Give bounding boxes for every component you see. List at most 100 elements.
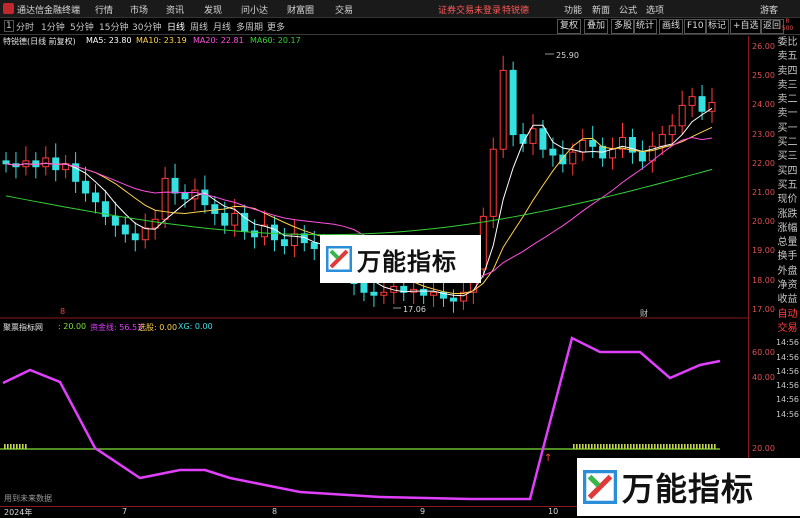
price-tick-label: 17.00 — [752, 304, 775, 314]
signal-bar — [16, 444, 18, 449]
signal-bar — [693, 444, 695, 449]
signal-bar — [660, 444, 662, 449]
quote-side-panel: 委比 卖五 卖四 卖三 卖二 卖一 买一 买二 买三 买四 买五 现价 涨跌 涨… — [775, 36, 800, 506]
watermark-center: 万能指标 — [320, 235, 481, 283]
candle-body — [668, 125, 676, 136]
candle-body — [2, 160, 10, 165]
signal-bar — [588, 444, 590, 449]
side-bid1[interactable]: 买一 — [775, 122, 800, 136]
side-trade[interactable]: 交易 — [775, 322, 800, 336]
signal-bar — [582, 444, 584, 449]
candle-body — [479, 215, 487, 270]
side-time-5: 14:56 — [775, 395, 800, 405]
candle-body — [609, 148, 617, 159]
candle-body — [529, 128, 537, 144]
side-bid2[interactable]: 买二 — [775, 136, 800, 150]
candle-body — [280, 239, 288, 247]
signal-bar — [621, 444, 623, 449]
signal-bar — [690, 444, 692, 449]
side-bid5[interactable]: 买五 — [775, 179, 800, 193]
price-tick-label: 21.00 — [752, 188, 775, 197]
candle-body — [589, 139, 597, 147]
signal-bar — [687, 444, 689, 449]
side-time-3: 14:56 — [775, 366, 800, 376]
signal-bar — [609, 444, 611, 449]
x-label-2024: 2024年 — [4, 508, 33, 517]
signal-bar — [600, 444, 602, 449]
candle-body — [430, 291, 438, 296]
candle-body — [231, 212, 239, 226]
signal-bar — [579, 444, 581, 449]
signal-bar — [681, 444, 683, 449]
signal-bar — [573, 444, 575, 449]
indicator-tick-label: 20.00 — [752, 444, 775, 453]
candle-body — [201, 189, 209, 206]
candle-body — [499, 69, 507, 150]
signal-bar — [696, 444, 698, 449]
signal-bar — [639, 444, 641, 449]
candle-body — [539, 128, 547, 150]
side-bid4[interactable]: 买四 — [775, 165, 800, 179]
watermark-text: 万能指标 — [357, 247, 457, 276]
candle-body — [131, 233, 139, 241]
signal-bar — [576, 444, 578, 449]
candle-body — [370, 291, 378, 296]
signal-bar — [612, 444, 614, 449]
indicator-tick-label: 40.00 — [752, 373, 775, 382]
side-bid3[interactable]: 买三 — [775, 150, 800, 164]
signal-bar — [22, 444, 24, 449]
side-change-pct[interactable]: 涨幅 — [775, 222, 800, 236]
signal-bar — [666, 444, 668, 449]
side-time-2: 14:56 — [775, 352, 800, 362]
signal-bar — [13, 444, 15, 449]
side-price[interactable]: 现价 — [775, 193, 800, 207]
signal-bar — [711, 444, 713, 449]
side-ask4[interactable]: 卖四 — [775, 65, 800, 79]
signal-bar — [7, 444, 9, 449]
candle-body — [161, 177, 169, 220]
candle-body — [42, 157, 50, 168]
side-auto[interactable]: 自动 — [775, 308, 800, 322]
candle-body — [658, 134, 666, 147]
side-ask2[interactable]: 卖二 — [775, 93, 800, 107]
side-change[interactable]: 涨跌 — [775, 208, 800, 222]
side-volume[interactable]: 总量 — [775, 236, 800, 250]
side-time-1: 14:56 — [775, 338, 800, 348]
side-ask1[interactable]: 卖一 — [775, 107, 800, 121]
signal-bar — [648, 444, 650, 449]
indicator-tick-label: 60.00 — [752, 348, 775, 357]
signal-bar — [636, 444, 638, 449]
side-ask5[interactable]: 卖五 — [775, 50, 800, 64]
candle-body — [380, 291, 388, 296]
signal-bar — [654, 444, 656, 449]
price-tick-label: 20.00 — [752, 217, 775, 227]
price-tick-label: 18.00 — [752, 275, 775, 285]
x-label-sep: 9 — [420, 507, 426, 516]
candle-body — [121, 224, 129, 235]
side-turnover[interactable]: 换手 — [775, 250, 800, 264]
signal-bar — [615, 444, 617, 449]
signal-bar — [585, 444, 587, 449]
candle-body — [549, 148, 557, 156]
signal-bar — [627, 444, 629, 449]
signal-bar — [594, 444, 596, 449]
price-tick-label: 19.00 — [752, 246, 775, 256]
side-ask3[interactable]: 卖三 — [775, 79, 800, 93]
signal-bar — [624, 444, 626, 449]
candle-body — [360, 283, 368, 293]
side-outer-volume[interactable]: 外盘 — [775, 265, 800, 279]
x-label-oct: 10 — [548, 507, 559, 516]
price-tick-label: 25.00 — [752, 71, 775, 81]
signal-bar — [597, 444, 599, 449]
signal-bar — [19, 444, 21, 449]
side-commission-ratio[interactable]: 委比 — [775, 36, 800, 50]
signal-bar — [4, 444, 6, 449]
candle-body — [141, 227, 149, 241]
candle-body — [111, 215, 119, 226]
watermark-corner: 万能指标 — [577, 458, 800, 516]
price-tick-label: 26.00 — [752, 42, 775, 51]
side-earnings[interactable]: 收益 — [775, 293, 800, 307]
side-net-assets[interactable]: 净资 — [775, 279, 800, 293]
signal-bar — [663, 444, 665, 449]
candle-body — [579, 139, 587, 153]
